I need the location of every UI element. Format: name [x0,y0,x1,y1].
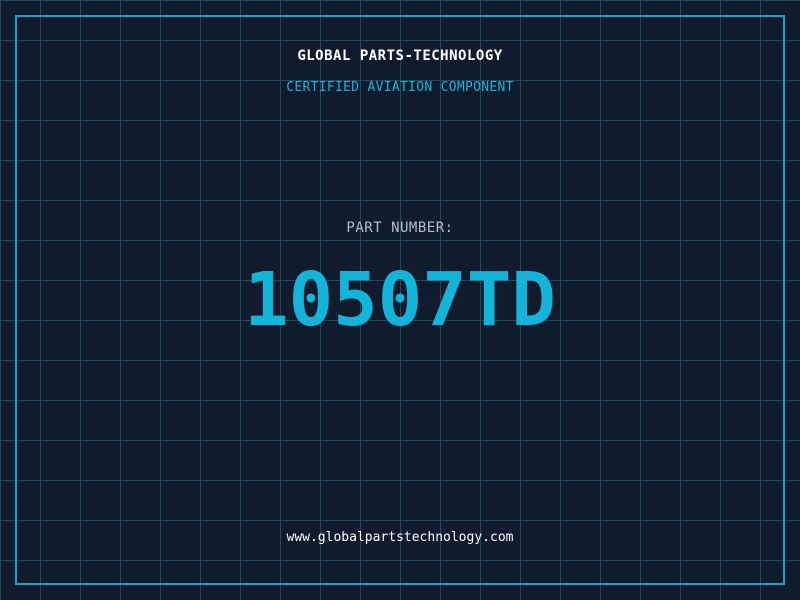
part-number-value: 10507TD [244,257,556,343]
tagline: CERTIFIED AVIATION COMPONENT [286,80,514,95]
website-url: www.globalpartstechnology.com [286,530,514,545]
company-name: GLOBAL PARTS-TECHNOLOGY [297,48,503,64]
part-number-label: PART NUMBER: [346,220,454,236]
